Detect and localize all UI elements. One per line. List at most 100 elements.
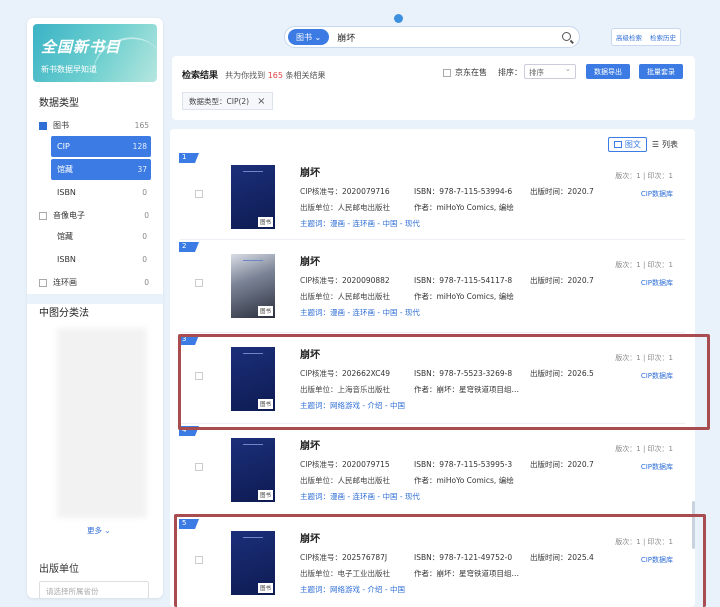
keywords-value[interactable]: 漫画 - 连环画 - 中国 - 现代 [330,219,420,228]
cip-database-link[interactable]: CIP数据库 [641,278,673,288]
view-toggle: 图文 ☰ 列表 [607,137,683,152]
cip-database-link[interactable]: CIP数据库 [641,462,673,472]
result-title[interactable]: 崩坏 [300,164,320,179]
batch-copy-button[interactable]: 批量套录 [639,64,683,79]
data-type-title: 数据类型 [39,98,79,109]
result-item: 2 图书 崩坏 CIP核准号：2020090882 ISBN：978-7-115… [170,242,695,330]
isbn-label: ISBN： [414,369,440,378]
result-number: 4 [179,426,199,436]
top-button-group: 高级检索 检索历史 [611,28,681,46]
search-bar[interactable]: 图书 ⌄ 崩坏 [284,26,580,48]
keywords-line: 主题词：漫画 - 连环画 - 中国 - 现代 [300,307,420,318]
advanced-search-button[interactable]: 高级检索 [616,32,642,42]
cover-decoration [243,171,263,177]
isbn-value: 978-7-121-49752-0 [439,553,513,562]
logo-title: 全国新书目 [41,38,122,56]
checkbox-icon [39,211,47,220]
cip-database-link[interactable]: CIP数据库 [641,189,673,199]
date-line: 出版时间：2020.7 [530,186,594,197]
results-count: 165 [267,71,283,80]
author-label: 作者： [414,569,437,578]
cip-line: CIP核准号：202576787J [300,552,387,563]
search-category-select[interactable]: 图书 ⌄ [288,29,330,45]
cip-database-link[interactable]: CIP数据库 [641,555,673,565]
cip-line: CIP核准号：202662XC49 [300,368,390,379]
search-history-button[interactable]: 检索历史 [650,32,676,42]
grid-view-label: 图文 [624,140,641,149]
author-value: miHoYo Comics, 编绘 [436,476,514,485]
province-select[interactable]: 请选择所属省份 [39,581,149,598]
data-type-filter[interactable]: ISBN 0 [51,182,151,203]
date-label: 出版时间： [530,553,568,562]
filter-label: 图书 [53,121,69,130]
filter-tag: 数据类型：CIP(2) × [182,92,273,110]
publisher-value: 人民邮电出版社 [337,476,391,485]
cover-badge: 图书 [257,306,273,316]
filter-count: 165 [134,121,149,130]
publisher-label: 出版单位： [300,203,338,212]
isbn-label: ISBN： [414,187,440,196]
keywords-value[interactable]: 漫画 - 连环画 - 中国 - 现代 [330,492,420,501]
data-type-filter[interactable]: 图书 165 [27,115,163,136]
result-item: 4 图书 崩坏 CIP核准号：2020079715 ISBN：978-7-115… [170,426,695,514]
book-cover[interactable]: 图书 [231,531,275,595]
cover-decoration [243,444,263,450]
keywords-value[interactable]: 网络游戏 - 介绍 - 中国 [330,585,405,594]
isbn-line: ISBN：978-7-121-49752-0 [414,552,512,563]
filter-label: CIP [57,142,70,151]
result-title[interactable]: 崩坏 [300,530,320,545]
filter-label: 馆藏 [57,165,73,174]
more-link[interactable]: 更多 ⌄ [87,525,111,536]
date-value: 2025.4 [567,553,594,562]
summary-prefix: 共为你找到 [225,71,266,80]
isbn-label: ISBN： [414,553,440,562]
result-title[interactable]: 崩坏 [300,253,320,268]
book-cover[interactable]: 图书 [231,165,275,229]
list-view-button[interactable]: ☰ 列表 [647,137,683,152]
close-icon[interactable]: × [257,96,265,107]
logo-banner: 全国新书目 新书数据早知道 [33,24,157,82]
export-button[interactable]: 数据导出 [586,64,630,79]
edition-info: 版次：1 | 印次：1 [615,354,673,362]
result-checkbox[interactable] [195,556,203,564]
filter-label: ISBN [57,188,76,197]
edition-info: 版次：1 | 印次：1 [615,445,673,453]
search-icon[interactable] [562,32,571,41]
book-cover[interactable]: 图书 [231,438,275,502]
jd-filter-checkbox[interactable]: 京东在售 [443,67,487,78]
data-type-filter[interactable]: CIP 128 [51,136,151,157]
logo-subtitle: 新书数据早知道 [41,65,97,74]
result-checkbox[interactable] [195,279,203,287]
filter-sidebar: 全国新书目 新书数据早知道 数据类型 图书 165 CIP 128 馆藏 37 ISBN 0 音… [27,18,163,598]
sort-select[interactable]: 排序 [524,64,576,79]
result-number: 2 [179,242,199,252]
book-cover[interactable]: 图书 [231,347,275,411]
result-title[interactable]: 崩坏 [300,346,320,361]
keywords-value[interactable]: 网络游戏 - 介绍 - 中国 [330,401,405,410]
list-view-label: 列表 [662,140,678,149]
result-title[interactable]: 崩坏 [300,437,320,452]
cip-line: CIP核准号：2020090882 [300,275,390,286]
grid-view-button[interactable]: 图文 [607,137,647,152]
data-type-filter[interactable]: 音像电子 0 [27,205,163,226]
search-input[interactable]: 崩坏 [337,31,355,44]
cover-badge: 图书 [257,399,273,409]
book-cover[interactable]: 图书 [231,254,275,318]
data-type-filter[interactable]: 馆藏 37 [51,159,151,180]
more-label: 更多 [87,526,102,535]
date-label: 出版时间： [530,460,568,469]
blurred-classification-list [57,328,147,518]
isbn-value: 978-7-5523-3269-8 [439,369,513,378]
data-type-filter[interactable]: ISBN 0 [51,249,151,270]
result-checkbox[interactable] [195,190,203,198]
result-checkbox[interactable] [195,372,203,380]
author-label: 作者： [414,476,437,485]
cip-database-link[interactable]: CIP数据库 [641,371,673,381]
date-label: 出版时间： [530,276,568,285]
filter-count: 37 [137,165,147,174]
keywords-value[interactable]: 漫画 - 连环画 - 中国 - 现代 [330,308,420,317]
date-label: 出版时间： [530,187,568,196]
data-type-filter[interactable]: 馆藏 0 [51,226,151,247]
result-checkbox[interactable] [195,463,203,471]
data-type-filter[interactable]: 连环画 0 [27,272,163,293]
